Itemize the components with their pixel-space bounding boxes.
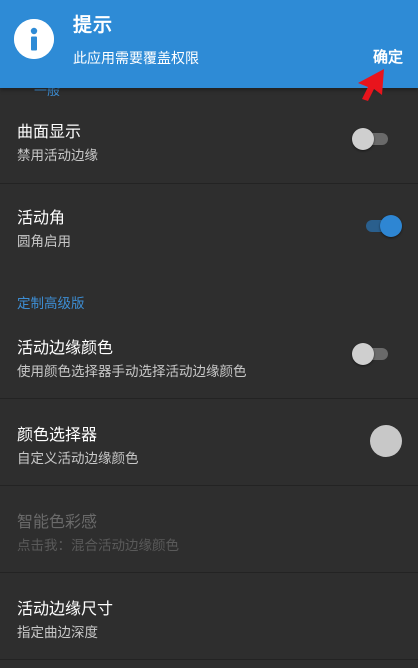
divider xyxy=(0,659,418,660)
setting-active-corner[interactable]: 活动角 圆角启用 xyxy=(0,184,418,274)
banner-title: 提示 xyxy=(73,14,114,36)
setting-curved-display[interactable]: 曲面显示 禁用活动边缘 xyxy=(0,100,418,183)
setting-edge-size[interactable]: 活动边缘尺寸 指定曲边深度 xyxy=(0,573,418,659)
info-icon xyxy=(14,19,54,59)
confirm-button[interactable]: 确定 xyxy=(373,46,403,67)
setting-subtitle: 使用颜色选择器手动选择活动边缘颜色 xyxy=(17,364,247,380)
setting-subtitle: 禁用活动边缘 xyxy=(17,148,98,164)
setting-title: 活动角 xyxy=(17,208,66,227)
color-swatch[interactable] xyxy=(370,425,402,457)
setting-edge-color[interactable]: 活动边缘颜色 使用颜色选择器手动选择活动边缘颜色 xyxy=(0,318,418,398)
banner-message: 此应用需要覆盖权限 xyxy=(73,51,199,67)
setting-title: 活动边缘尺寸 xyxy=(17,599,114,618)
setting-subtitle: 自定义活动边缘颜色 xyxy=(17,451,139,467)
setting-subtitle: 圆角启用 xyxy=(17,234,71,250)
setting-title: 曲面显示 xyxy=(17,122,82,141)
setting-smart-color: 智能色彩感 点击我：混合活动边缘颜色 xyxy=(0,486,418,572)
setting-subtitle: 指定曲边深度 xyxy=(17,625,98,641)
active-corner-toggle[interactable] xyxy=(362,214,402,238)
setting-title: 活动边缘颜色 xyxy=(17,338,114,357)
setting-color-picker[interactable]: 颜色选择器 自定义活动边缘颜色 xyxy=(0,399,418,485)
setting-subtitle: 点击我：混合活动边缘颜色 xyxy=(17,538,179,554)
pointer-arrow-icon xyxy=(354,67,390,103)
setting-title: 智能色彩感 xyxy=(17,512,98,531)
edge-color-toggle[interactable] xyxy=(352,342,392,366)
curved-display-toggle[interactable] xyxy=(352,127,392,151)
setting-title: 颜色选择器 xyxy=(17,425,98,444)
section-header-custom: 定制高级版 xyxy=(17,296,85,312)
